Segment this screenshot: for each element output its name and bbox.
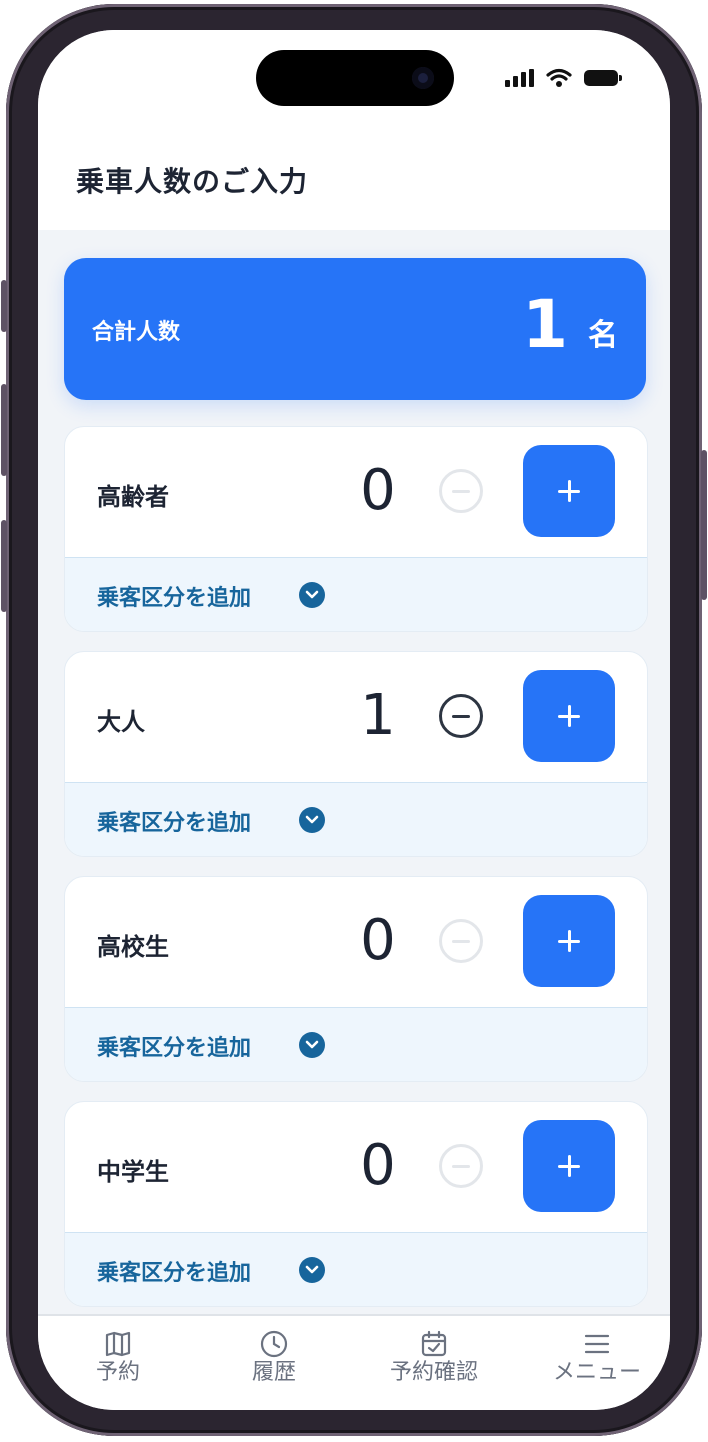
battery-icon <box>584 70 622 86</box>
increment-button[interactable] <box>523 445 615 537</box>
action-button <box>1 280 7 332</box>
add-passenger-type-row[interactable]: 乗客区分を追加 <box>65 1007 647 1081</box>
passenger-count: 1 <box>360 683 396 748</box>
add-passenger-type-label: 乗客区分を追加 <box>97 811 252 836</box>
passenger-type-label: 高齢者 <box>97 483 169 511</box>
passenger-card-junior-high: 中学生 0 乗客区分を追加 <box>64 1101 648 1307</box>
decrement-button[interactable] <box>439 1144 483 1188</box>
nav-label: 予約確認 <box>389 1360 478 1385</box>
passenger-type-label: 中学生 <box>97 1158 169 1186</box>
camera-icon <box>412 67 434 89</box>
volume-down-button <box>1 520 7 612</box>
screen: 乗車人数のご入力 合計人数 1 名 高齢者 0 乗客区分を追加 大人 1 乗客区… <box>38 30 670 1410</box>
increment-button[interactable] <box>523 1120 615 1212</box>
passenger-card-senior: 高齢者 0 乗客区分を追加 <box>64 426 648 632</box>
nav-label: 履歴 <box>251 1360 296 1385</box>
add-passenger-type-label: 乗客区分を追加 <box>97 586 252 611</box>
passenger-card-high-school: 高校生 0 乗客区分を追加 <box>64 876 648 1082</box>
wifi-icon <box>546 68 572 87</box>
nav-item-reserve[interactable]: 予約 <box>78 1328 158 1386</box>
decrement-button[interactable] <box>439 469 483 513</box>
nav-item-history[interactable]: 履歴 <box>234 1328 314 1386</box>
passenger-type-label: 大人 <box>97 708 145 736</box>
dynamic-island <box>256 50 454 106</box>
total-label: 合計人数 <box>92 320 181 345</box>
chevron-down-icon <box>299 1257 325 1283</box>
add-passenger-type-row[interactable]: 乗客区分を追加 <box>65 782 647 856</box>
increment-button[interactable] <box>523 895 615 987</box>
add-passenger-type-label: 乗客区分を追加 <box>97 1261 252 1286</box>
chevron-down-icon <box>299 807 325 833</box>
status-bar <box>505 68 622 88</box>
total-unit: 名 <box>588 318 618 353</box>
add-passenger-type-row[interactable]: 乗客区分を追加 <box>65 1232 647 1306</box>
passenger-card-adult: 大人 1 乗客区分を追加 <box>64 651 648 857</box>
menu-icon <box>584 1334 610 1354</box>
add-passenger-type-row[interactable]: 乗客区分を追加 <box>65 557 647 631</box>
power-button <box>701 450 707 600</box>
nav-label: メニュー <box>552 1360 641 1385</box>
page-title: 乗車人数のご入力 <box>76 165 309 198</box>
clock-icon <box>260 1330 288 1358</box>
increment-button[interactable] <box>523 670 615 762</box>
decrement-button[interactable] <box>439 694 483 738</box>
passenger-count: 0 <box>360 1133 396 1198</box>
total-card: 合計人数 1 名 <box>64 258 646 400</box>
nav-item-reservation-check[interactable]: 予約確認 <box>378 1328 490 1386</box>
chevron-down-icon <box>299 582 325 608</box>
nav-item-menu[interactable]: メニュー <box>542 1328 652 1386</box>
passenger-type-label: 高校生 <box>97 933 169 961</box>
passenger-count: 0 <box>360 458 396 523</box>
signal-icon <box>505 69 534 87</box>
calendar-check-icon <box>421 1330 447 1357</box>
total-value: 1 <box>522 286 568 363</box>
volume-up-button <box>1 384 7 476</box>
map-icon <box>105 1331 131 1357</box>
chevron-down-icon <box>299 1032 325 1058</box>
decrement-button[interactable] <box>439 919 483 963</box>
add-passenger-type-label: 乗客区分を追加 <box>97 1036 252 1061</box>
nav-label: 予約 <box>95 1360 140 1385</box>
bottom-nav: 予約 履歴 予約確認 メニュー <box>38 1314 670 1410</box>
passenger-count: 0 <box>360 908 396 973</box>
